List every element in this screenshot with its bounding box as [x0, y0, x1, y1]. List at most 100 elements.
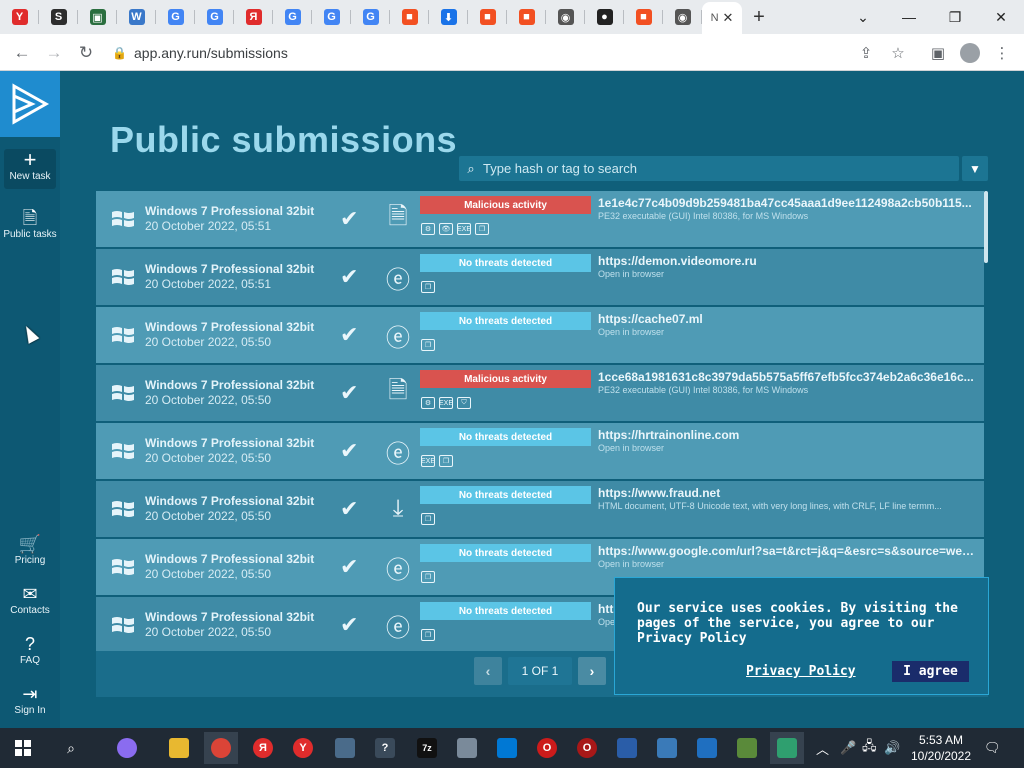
privacy-policy-link[interactable]: Privacy Policy — [746, 664, 856, 679]
public-tasks-button[interactable]: 🗎 Public tasks — [0, 207, 60, 240]
taskbar-app-icon[interactable] — [110, 732, 144, 764]
download-icon: ⬇ — [440, 9, 457, 25]
search-input[interactable]: ⌕ Type hash or tag to search — [459, 156, 959, 181]
7zip-icon[interactable]: 7z — [410, 732, 444, 764]
browser-tab[interactable]: G — [195, 0, 234, 34]
calculator-icon[interactable] — [328, 732, 362, 764]
address-bar: ← → ↻ 🔒 app.any.run/submissions ⇪ ☆ ▣ ⋮ — [0, 34, 1024, 71]
opera-gx-icon[interactable]: O — [570, 732, 604, 764]
close-window-button[interactable]: ✕ — [978, 0, 1024, 34]
screenshot-icon[interactable] — [650, 732, 684, 764]
browser-tab[interactable]: G — [351, 0, 390, 34]
tray-chevron-icon[interactable]: ︿ — [816, 728, 829, 768]
network-icon[interactable] — [610, 732, 644, 764]
submission-object[interactable]: 1cce68a1981631c8c3979da5b575a5ff67efb5fc… — [598, 370, 976, 384]
back-button[interactable]: ← — [10, 41, 34, 65]
pricing-button[interactable]: 🛒 Pricing — [0, 533, 60, 566]
browser-tab[interactable]: G — [312, 0, 351, 34]
yandex-browser-icon[interactable]: Я — [246, 732, 280, 764]
share-icon[interactable]: ⇪ — [854, 41, 878, 65]
sign-in-button[interactable]: ⇥ Sign In — [0, 683, 60, 716]
help-icon[interactable]: ? — [368, 732, 402, 764]
submission-object[interactable]: 1e1e4c77c4b09d9b259481ba47cc45aaa1d9ee11… — [598, 196, 976, 210]
url-field[interactable]: 🔒 app.any.run/submissions — [112, 40, 852, 65]
bookmark-star-icon[interactable]: ☆ — [886, 41, 910, 65]
table-row[interactable]: Windows 7 Professional 32bit 20 October 2… — [96, 365, 984, 421]
browser-tab[interactable]: ▣ — [78, 0, 117, 34]
submission-date: 20 October 2022, 05:50 — [145, 393, 272, 407]
image-viewer-icon[interactable] — [450, 732, 484, 764]
os-name: Windows 7 Professional 32bit — [145, 552, 315, 566]
taskbar-search-icon[interactable]: ⌕ — [54, 732, 88, 764]
submission-object[interactable]: https://demon.videomore.ru — [598, 254, 976, 268]
windows-taskbar: ⌕ Я Y ? 7z O O ︿ 🎤 🖧 🔊 5:53 AM 10/20/202… — [0, 728, 1024, 768]
table-row[interactable]: Windows 7 Professional 32bit 20 October 2… — [96, 481, 984, 537]
mail-icon: ✉ — [22, 584, 38, 604]
browser-tab[interactable]: Я — [234, 0, 273, 34]
side-panel-icon[interactable]: ▣ — [926, 41, 950, 65]
file-explorer-icon[interactable] — [162, 732, 196, 764]
verdict-badge: No threats detected — [420, 602, 591, 620]
browser-tab[interactable]: ■ — [624, 0, 663, 34]
os-name: Windows 7 Professional 32bit — [145, 436, 315, 450]
active-app-icon[interactable] — [770, 732, 804, 764]
browser-tab[interactable]: ⬇ — [429, 0, 468, 34]
tab-search-chevron-icon[interactable]: ⌄ — [840, 0, 886, 34]
sign-in-label: Sign In — [14, 705, 46, 716]
pricing-label: Pricing — [14, 555, 46, 566]
tag-icon: ❐ — [439, 455, 453, 467]
profile-avatar[interactable] — [958, 41, 982, 65]
next-page-button[interactable]: › — [578, 657, 606, 685]
table-row[interactable]: Windows 7 Professional 32bit 20 October 2… — [96, 307, 984, 363]
browser-tab[interactable]: ◉ — [546, 0, 585, 34]
faq-button[interactable]: ? FAQ — [0, 633, 60, 666]
verdict-badge: No threats detected — [420, 544, 591, 562]
chrome-taskbar-icon[interactable] — [204, 732, 238, 764]
menu-kebab-icon[interactable]: ⋮ — [990, 41, 1014, 65]
yandex-icon[interactable]: Y — [286, 732, 320, 764]
prev-page-button[interactable]: ‹ — [474, 657, 502, 685]
minimize-button[interactable]: — — [886, 0, 932, 34]
submission-object[interactable]: https://cache07.ml — [598, 312, 976, 326]
system-clock[interactable]: 5:53 AM 10/20/2022 — [903, 732, 979, 764]
active-browser-tab[interactable]: N ✕ — [702, 2, 742, 34]
contacts-button[interactable]: ✉ Contacts — [0, 583, 60, 616]
forward-button[interactable]: → — [42, 41, 66, 65]
checkmark-icon: ✔ — [340, 380, 359, 405]
anyrun-logo[interactable] — [0, 71, 60, 137]
opera-icon[interactable]: O — [530, 732, 564, 764]
browser-tab[interactable]: ■ — [390, 0, 429, 34]
paint-icon[interactable] — [730, 732, 764, 764]
notifications-icon[interactable]: 🗨 — [984, 728, 1001, 768]
network-status-icon[interactable]: 🖧 — [862, 728, 877, 768]
browser-tab[interactable]: ■ — [468, 0, 507, 34]
close-tab-icon[interactable]: ✕ — [723, 10, 734, 26]
people-icon[interactable] — [690, 732, 724, 764]
new-tab-button[interactable]: + — [742, 0, 776, 34]
submission-object[interactable]: https://www.fraud.net — [598, 486, 976, 500]
browser-tab[interactable]: Y — [0, 0, 39, 34]
submission-object[interactable]: https://hrtrainonline.com — [598, 428, 976, 442]
submission-object[interactable]: https://www.google.com/url?sa=t&rct=j&q=… — [598, 544, 976, 558]
agree-button[interactable]: I agree — [892, 661, 969, 682]
table-row[interactable]: Windows 7 Professional 32bit 20 October 2… — [96, 249, 984, 305]
new-task-button[interactable]: + New task — [4, 149, 56, 189]
tag-list: ❐ — [421, 513, 435, 525]
restore-button[interactable]: ❐ — [932, 0, 978, 34]
table-scrollbar[interactable] — [984, 191, 988, 263]
reload-button[interactable]: ↻ — [74, 41, 98, 65]
browser-tab[interactable]: ■ — [507, 0, 546, 34]
volume-icon[interactable]: 🔊 — [884, 728, 900, 768]
browser-tab[interactable]: ● — [585, 0, 624, 34]
store-icon[interactable] — [490, 732, 524, 764]
browser-tab[interactable]: S — [39, 0, 78, 34]
browser-tab[interactable]: ◉ — [663, 0, 702, 34]
table-row[interactable]: Windows 7 Professional 32bit 20 October 2… — [96, 423, 984, 479]
filter-button[interactable]: ▼ — [962, 156, 988, 181]
browser-tab[interactable]: G — [273, 0, 312, 34]
table-row[interactable]: Windows 7 Professional 32bit 20 October 2… — [96, 191, 984, 247]
start-button[interactable] — [6, 732, 40, 764]
microphone-icon[interactable]: 🎤 — [840, 728, 856, 768]
browser-tab[interactable]: W — [117, 0, 156, 34]
browser-tab[interactable]: G — [156, 0, 195, 34]
